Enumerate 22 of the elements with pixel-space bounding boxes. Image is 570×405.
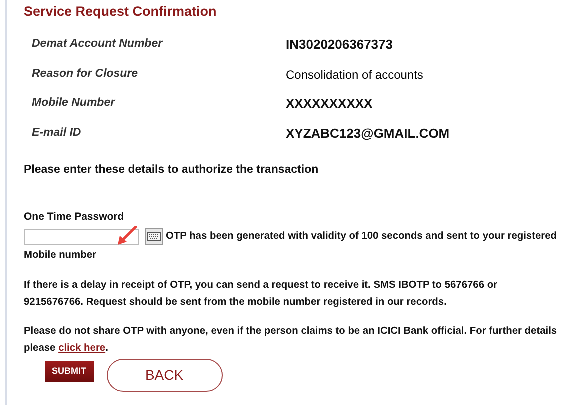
- field-value: XYZABC123@GMAIL.COM: [286, 124, 450, 143]
- click-here-link[interactable]: click here: [58, 342, 106, 354]
- instruction-text: Please enter these details to authorize the transaction: [24, 163, 320, 178]
- back-button[interactable]: BACK: [106, 358, 222, 392]
- warning-text: Please do not share OTP with anyone, even if the person claims to be an ICICI Bank official. For further details please click here.: [24, 324, 558, 356]
- otp-label: One Time Password: [24, 210, 126, 224]
- otp-notice-continued: Mobile number: [24, 249, 98, 264]
- delay-note: If there is a delay in receipt of OTP, you can send a request to receive it. SMS IBOTP to 5676766 or 9215676766. Request should be sent from the mobile number registered in our records.: [24, 278, 499, 310]
- field-label: E-mail ID: [31, 126, 82, 141]
- keyboard-icon: [147, 232, 161, 242]
- submit-button[interactable]: SUBMIT: [45, 360, 94, 382]
- otp-input-field[interactable]: [24, 228, 139, 245]
- field-value: IN3020206367373: [286, 36, 393, 54]
- field-label: Mobile Number: [31, 96, 116, 112]
- field-label: Reason for Closure: [31, 66, 140, 82]
- field-value: Consolidation of accounts: [286, 66, 424, 84]
- field-value: XXXXXXXXXX: [286, 95, 373, 114]
- otp-notice: OTP has been generated with validity of 100 seconds and sent to your registered: [166, 230, 558, 244]
- annotation-arrow: [118, 226, 138, 245]
- keyboard-button[interactable]: [145, 228, 163, 246]
- field-label: Demat Account Number: [31, 37, 164, 52]
- page-title: Service Request Confirmation: [24, 3, 218, 21]
